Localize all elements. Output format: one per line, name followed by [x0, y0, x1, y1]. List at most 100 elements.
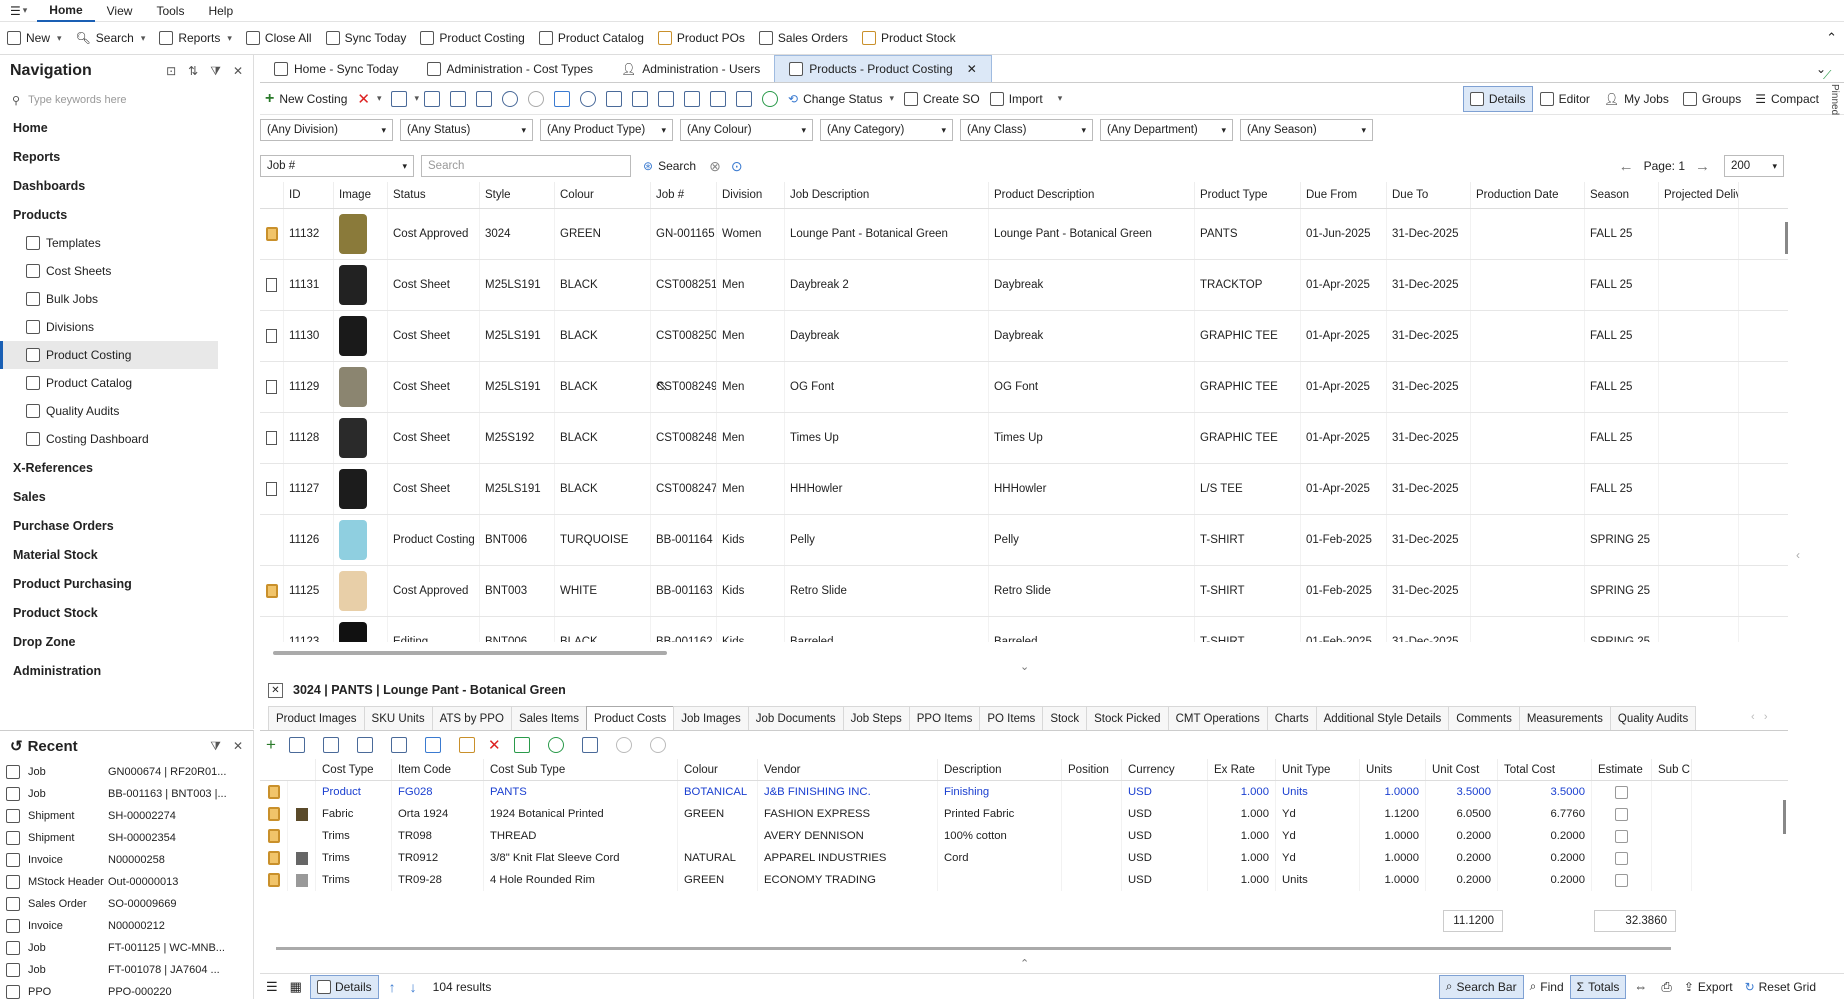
nav-item-costing-dashboard[interactable]: Costing Dashboard	[0, 425, 253, 453]
category-filter[interactable]: (Any Category) ▾	[820, 119, 953, 141]
estimate-checkbox[interactable]	[1615, 807, 1628, 821]
detail-tab[interactable]: Comments	[1448, 706, 1520, 730]
create-so-button[interactable]: Create SO	[899, 85, 985, 113]
view-my-jobs-button[interactable]: 👤︎ My Jobs	[1597, 86, 1676, 112]
column-header[interactable]: Colour	[555, 182, 651, 208]
print-preview-icon[interactable]: ⎙	[1661, 979, 1671, 995]
tab-administration-cost-types[interactable]: Administration - Cost Types	[413, 55, 608, 82]
column-header[interactable]: Vendor	[758, 759, 938, 780]
column-header[interactable]: Unit Cost	[1426, 759, 1498, 780]
column-header[interactable]: Job Description	[785, 182, 989, 208]
tab-close-icon[interactable]: ✕	[967, 62, 977, 76]
colour-filter[interactable]: (Any Colour) ▾	[680, 119, 813, 141]
table-row[interactable]: 11128 Cost Sheet M25S192 BLACK CST008248 Men T…	[260, 413, 1788, 464]
view-editor-button[interactable]: Editor	[1533, 86, 1597, 112]
detail-tab[interactable]: ATS by PPO	[431, 706, 512, 730]
excel-icon[interactable]	[513, 737, 530, 753]
duplicate-icon[interactable]	[424, 90, 441, 107]
nav-item-quality-audits[interactable]: Quality Audits	[0, 397, 253, 425]
division-filter[interactable]: (Any Division) ▾	[260, 119, 393, 141]
search-button[interactable]: ⊛ Search	[638, 152, 701, 180]
recent-item[interactable]: Sales Order SO-00009669	[0, 893, 253, 915]
prev-page-icon[interactable]: ←	[1619, 158, 1634, 175]
column-header[interactable]: Total Cost	[1498, 759, 1592, 780]
department-filter[interactable]: (Any Department) ▾	[1100, 119, 1233, 141]
detail-tab[interactable]: PO Items	[979, 706, 1044, 730]
estimate-checkbox[interactable]	[1615, 851, 1628, 865]
detail-tab[interactable]: Job Documents	[747, 706, 844, 730]
right-panel-chevron-icon[interactable]: ‹	[1796, 548, 1800, 562]
column-header[interactable]: Due To	[1387, 182, 1471, 208]
grid-vertical-scrollbar[interactable]	[1785, 222, 1788, 254]
detail-tab[interactable]: PPO Items	[908, 706, 981, 730]
calculator-icon[interactable]	[581, 737, 598, 753]
nav-pin-icon[interactable]: ⊡	[166, 64, 176, 79]
delete-row-icon[interactable]: ✕	[488, 736, 501, 754]
column-header[interactable]: Currency	[1122, 759, 1208, 780]
export-button[interactable]: ⇪ Export	[1678, 975, 1739, 999]
column-header[interactable]: Season	[1585, 182, 1659, 208]
paste-row-icon[interactable]	[390, 737, 407, 753]
sync-today-button[interactable]: Sync Today	[319, 23, 414, 53]
detail-tab[interactable]: Stock Picked	[1086, 706, 1169, 730]
column-header[interactable]: Product Type	[1195, 182, 1301, 208]
nav-group-purchase-orders[interactable]: Purchase Orders	[0, 511, 253, 540]
delete-button[interactable]: ✕ ▾	[352, 85, 386, 113]
column-header[interactable]: Due From	[1301, 182, 1387, 208]
detail-tab[interactable]: Measurements	[1518, 706, 1611, 730]
product-stock-quick-button[interactable]: Product Stock	[855, 23, 963, 53]
nav-item-divisions[interactable]: Divisions	[0, 313, 253, 341]
redo-icon[interactable]	[528, 90, 545, 107]
print-icon[interactable]	[476, 90, 493, 107]
import-button[interactable]: Import ▾	[985, 85, 1068, 113]
detail-tab[interactable]: Sales Items	[510, 706, 588, 730]
move-up-icon[interactable]: ↑	[389, 979, 396, 995]
nav-group-x-references[interactable]: X-References	[0, 453, 253, 482]
table-row[interactable]: 11129 Cost Sheet M25LS191 BLACK CST008249 Men…	[260, 362, 1788, 413]
nav-group-drop-zone[interactable]: Drop Zone	[0, 627, 253, 656]
detail-tab[interactable]: CMT Operations	[1167, 706, 1268, 730]
nav-group-product-stock[interactable]: Product Stock	[0, 598, 253, 627]
grid-horizontal-scrollbar[interactable]	[273, 651, 667, 655]
column-header[interactable]: Cost Type	[316, 759, 392, 780]
duplicate-row-icon[interactable]	[322, 737, 339, 753]
column-header[interactable]: Estimate	[1592, 759, 1652, 780]
costs-horizontal-scrollbar[interactable]	[276, 947, 1671, 950]
table-row[interactable]: 11127 Cost Sheet M25LS191 BLACK CST008247 Men…	[260, 464, 1788, 515]
add-row-icon[interactable]: +	[266, 735, 276, 755]
details-view-button[interactable]: Details	[309, 974, 379, 999]
recent-item[interactable]: Job FT-001078 | JA7604 ...	[0, 959, 253, 981]
pinned-pushpin-icon[interactable]: ⟋	[1823, 68, 1831, 83]
product-pos-button[interactable]: Product POs	[651, 23, 752, 53]
collapse-ribbon-icon[interactable]: ⌃	[1819, 23, 1844, 53]
table-row[interactable]: 11123 Editing BNT006 BLACK BB-001162 Kids Barr…	[260, 617, 1788, 642]
copy-icon[interactable]	[391, 90, 408, 107]
tab-administration-users[interactable]: 👤︎ Administration - Users	[607, 55, 774, 82]
app-menu-icon[interactable]: ☰ ▾	[0, 0, 37, 22]
card-view-icon[interactable]: ▦	[290, 979, 302, 995]
detail-tab[interactable]: Job Images	[673, 706, 749, 730]
season-filter[interactable]: (Any Season) ▾	[1240, 119, 1373, 141]
recent-filter-icon[interactable]: ⧩	[210, 739, 221, 754]
column-header[interactable]: Style	[480, 182, 555, 208]
wrench-icon[interactable]	[736, 90, 753, 107]
column-header[interactable]: Job #	[651, 182, 717, 208]
new-button[interactable]: New ▾	[0, 23, 69, 53]
column-header[interactable]: Image	[334, 182, 388, 208]
detail-tab[interactable]: Stock	[1042, 706, 1088, 730]
table-row[interactable]: 11125 Cost Approved BNT003 WHITE BB-001163 Ki…	[260, 566, 1788, 617]
detail-collapse-icon[interactable]: ⌃	[1020, 957, 1029, 970]
subtabs-nav-icon[interactable]: ‹ ›	[1751, 711, 1768, 723]
nav-item-product-catalog[interactable]: Product Catalog	[0, 369, 253, 397]
recent-item[interactable]: MStock Header Out-00000013	[0, 871, 253, 893]
costs-vertical-scrollbar[interactable]	[1783, 800, 1786, 834]
page-size-select[interactable]: 200 ▾	[1724, 155, 1784, 177]
detail-tab[interactable]: Job Steps	[842, 706, 910, 730]
recent-item[interactable]: Job FT-001125 | WC-MNB...	[0, 937, 253, 959]
product-type-filter[interactable]: (Any Product Type) ▾	[540, 119, 673, 141]
history-icon[interactable]	[580, 90, 597, 107]
nav-item-bulk-jobs[interactable]: Bulk Jobs	[0, 285, 253, 313]
column-header[interactable]: Cost Sub Type	[484, 759, 678, 780]
detail-tab[interactable]: Quality Audits	[1609, 706, 1697, 730]
recent-item[interactable]: Job GN000674 | RF20R01...	[0, 761, 253, 783]
